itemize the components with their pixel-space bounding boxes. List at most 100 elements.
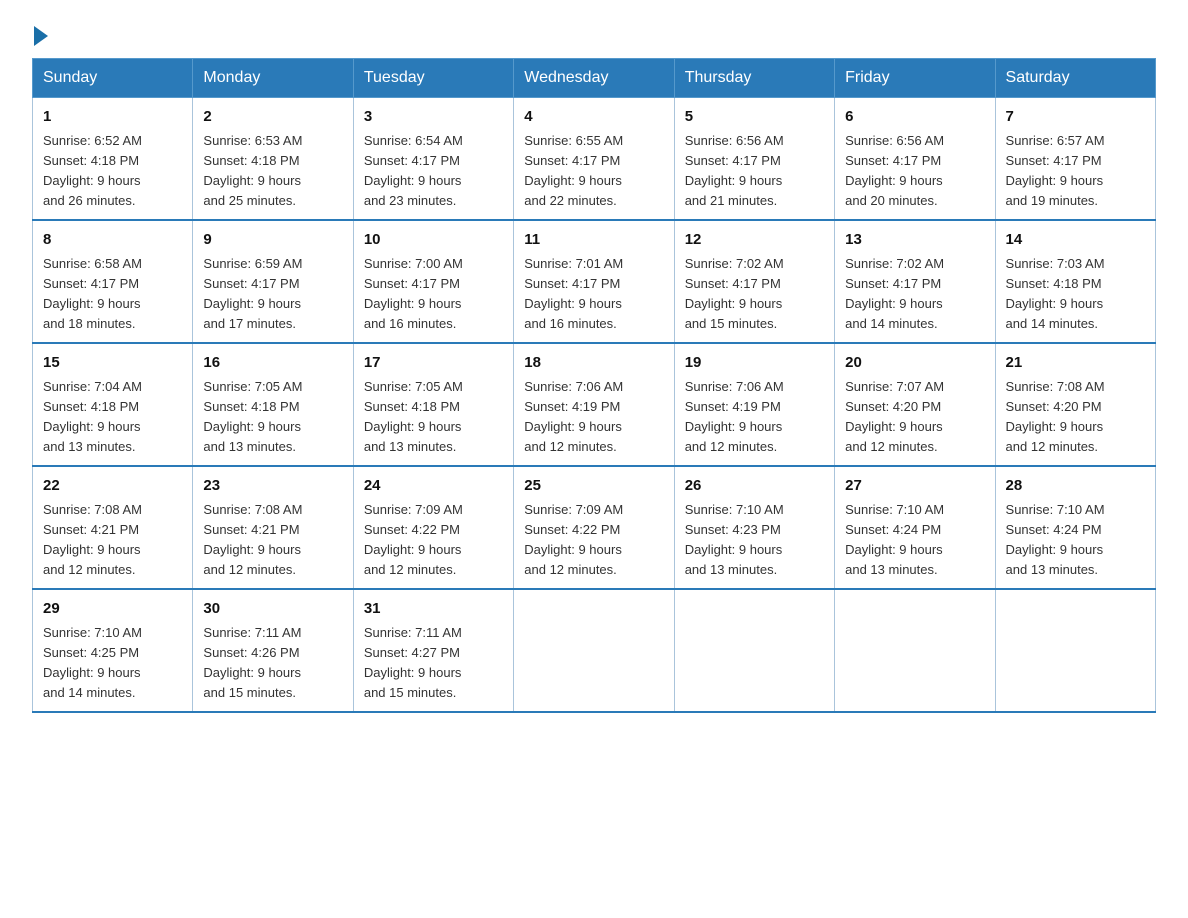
calendar-cell: 17 Sunrise: 7:05 AMSunset: 4:18 PMDaylig…: [353, 343, 513, 466]
calendar-cell: 4 Sunrise: 6:55 AMSunset: 4:17 PMDayligh…: [514, 98, 674, 221]
day-info: Sunrise: 7:04 AMSunset: 4:18 PMDaylight:…: [43, 379, 142, 454]
day-info: Sunrise: 6:57 AMSunset: 4:17 PMDaylight:…: [1006, 133, 1105, 208]
day-info: Sunrise: 6:55 AMSunset: 4:17 PMDaylight:…: [524, 133, 623, 208]
logo: [32, 24, 48, 46]
day-number: 21: [1006, 352, 1145, 375]
day-info: Sunrise: 7:02 AMSunset: 4:17 PMDaylight:…: [845, 256, 944, 331]
day-number: 22: [43, 475, 182, 498]
day-number: 29: [43, 598, 182, 621]
calendar-cell: 8 Sunrise: 6:58 AMSunset: 4:17 PMDayligh…: [33, 220, 193, 343]
day-info: Sunrise: 6:56 AMSunset: 4:17 PMDaylight:…: [845, 133, 944, 208]
day-info: Sunrise: 6:52 AMSunset: 4:18 PMDaylight:…: [43, 133, 142, 208]
calendar-cell: 26 Sunrise: 7:10 AMSunset: 4:23 PMDaylig…: [674, 466, 834, 589]
day-header-thursday: Thursday: [674, 59, 834, 98]
day-headers-row: SundayMondayTuesdayWednesdayThursdayFrid…: [33, 59, 1156, 98]
day-info: Sunrise: 7:00 AMSunset: 4:17 PMDaylight:…: [364, 256, 463, 331]
calendar-body: 1 Sunrise: 6:52 AMSunset: 4:18 PMDayligh…: [33, 98, 1156, 713]
day-number: 7: [1006, 106, 1145, 129]
day-number: 23: [203, 475, 342, 498]
calendar-cell: 20 Sunrise: 7:07 AMSunset: 4:20 PMDaylig…: [835, 343, 995, 466]
calendar-cell: 23 Sunrise: 7:08 AMSunset: 4:21 PMDaylig…: [193, 466, 353, 589]
day-info: Sunrise: 7:07 AMSunset: 4:20 PMDaylight:…: [845, 379, 944, 454]
calendar-cell: 15 Sunrise: 7:04 AMSunset: 4:18 PMDaylig…: [33, 343, 193, 466]
calendar-cell: 18 Sunrise: 7:06 AMSunset: 4:19 PMDaylig…: [514, 343, 674, 466]
day-info: Sunrise: 7:11 AMSunset: 4:27 PMDaylight:…: [364, 625, 462, 700]
day-number: 8: [43, 229, 182, 252]
day-info: Sunrise: 7:09 AMSunset: 4:22 PMDaylight:…: [524, 502, 623, 577]
calendar-cell: 31 Sunrise: 7:11 AMSunset: 4:27 PMDaylig…: [353, 589, 513, 712]
day-number: 16: [203, 352, 342, 375]
calendar-cell: 10 Sunrise: 7:00 AMSunset: 4:17 PMDaylig…: [353, 220, 513, 343]
day-info: Sunrise: 7:05 AMSunset: 4:18 PMDaylight:…: [203, 379, 302, 454]
day-info: Sunrise: 6:56 AMSunset: 4:17 PMDaylight:…: [685, 133, 784, 208]
day-header-saturday: Saturday: [995, 59, 1155, 98]
calendar-cell: 12 Sunrise: 7:02 AMSunset: 4:17 PMDaylig…: [674, 220, 834, 343]
day-header-wednesday: Wednesday: [514, 59, 674, 98]
week-row-3: 15 Sunrise: 7:04 AMSunset: 4:18 PMDaylig…: [33, 343, 1156, 466]
day-number: 12: [685, 229, 824, 252]
day-number: 4: [524, 106, 663, 129]
calendar-cell: 16 Sunrise: 7:05 AMSunset: 4:18 PMDaylig…: [193, 343, 353, 466]
calendar-cell: 7 Sunrise: 6:57 AMSunset: 4:17 PMDayligh…: [995, 98, 1155, 221]
calendar-cell: 30 Sunrise: 7:11 AMSunset: 4:26 PMDaylig…: [193, 589, 353, 712]
week-row-2: 8 Sunrise: 6:58 AMSunset: 4:17 PMDayligh…: [33, 220, 1156, 343]
day-info: Sunrise: 7:09 AMSunset: 4:22 PMDaylight:…: [364, 502, 463, 577]
day-number: 1: [43, 106, 182, 129]
day-number: 3: [364, 106, 503, 129]
day-info: Sunrise: 6:54 AMSunset: 4:17 PMDaylight:…: [364, 133, 463, 208]
day-number: 15: [43, 352, 182, 375]
day-info: Sunrise: 7:06 AMSunset: 4:19 PMDaylight:…: [685, 379, 784, 454]
day-info: Sunrise: 7:02 AMSunset: 4:17 PMDaylight:…: [685, 256, 784, 331]
day-number: 11: [524, 229, 663, 252]
day-number: 24: [364, 475, 503, 498]
day-info: Sunrise: 7:10 AMSunset: 4:25 PMDaylight:…: [43, 625, 142, 700]
calendar-cell: 25 Sunrise: 7:09 AMSunset: 4:22 PMDaylig…: [514, 466, 674, 589]
day-number: 30: [203, 598, 342, 621]
day-number: 20: [845, 352, 984, 375]
calendar-cell: 11 Sunrise: 7:01 AMSunset: 4:17 PMDaylig…: [514, 220, 674, 343]
week-row-5: 29 Sunrise: 7:10 AMSunset: 4:25 PMDaylig…: [33, 589, 1156, 712]
day-info: Sunrise: 7:10 AMSunset: 4:24 PMDaylight:…: [1006, 502, 1105, 577]
day-info: Sunrise: 7:11 AMSunset: 4:26 PMDaylight:…: [203, 625, 301, 700]
calendar-cell: 14 Sunrise: 7:03 AMSunset: 4:18 PMDaylig…: [995, 220, 1155, 343]
day-number: 5: [685, 106, 824, 129]
day-info: Sunrise: 6:53 AMSunset: 4:18 PMDaylight:…: [203, 133, 302, 208]
calendar-cell: 1 Sunrise: 6:52 AMSunset: 4:18 PMDayligh…: [33, 98, 193, 221]
day-info: Sunrise: 7:05 AMSunset: 4:18 PMDaylight:…: [364, 379, 463, 454]
logo-arrow-icon: [34, 26, 48, 46]
day-number: 2: [203, 106, 342, 129]
calendar-cell: 13 Sunrise: 7:02 AMSunset: 4:17 PMDaylig…: [835, 220, 995, 343]
calendar-cell: 3 Sunrise: 6:54 AMSunset: 4:17 PMDayligh…: [353, 98, 513, 221]
day-info: Sunrise: 7:10 AMSunset: 4:23 PMDaylight:…: [685, 502, 784, 577]
day-number: 28: [1006, 475, 1145, 498]
day-info: Sunrise: 6:58 AMSunset: 4:17 PMDaylight:…: [43, 256, 142, 331]
day-info: Sunrise: 7:08 AMSunset: 4:21 PMDaylight:…: [43, 502, 142, 577]
day-info: Sunrise: 7:08 AMSunset: 4:20 PMDaylight:…: [1006, 379, 1105, 454]
day-header-friday: Friday: [835, 59, 995, 98]
day-number: 6: [845, 106, 984, 129]
day-info: Sunrise: 7:06 AMSunset: 4:19 PMDaylight:…: [524, 379, 623, 454]
calendar-cell: [674, 589, 834, 712]
week-row-4: 22 Sunrise: 7:08 AMSunset: 4:21 PMDaylig…: [33, 466, 1156, 589]
day-number: 27: [845, 475, 984, 498]
day-number: 18: [524, 352, 663, 375]
calendar-cell: 2 Sunrise: 6:53 AMSunset: 4:18 PMDayligh…: [193, 98, 353, 221]
calendar-cell: 19 Sunrise: 7:06 AMSunset: 4:19 PMDaylig…: [674, 343, 834, 466]
day-header-tuesday: Tuesday: [353, 59, 513, 98]
calendar-cell: [995, 589, 1155, 712]
calendar-cell: 22 Sunrise: 7:08 AMSunset: 4:21 PMDaylig…: [33, 466, 193, 589]
day-number: 25: [524, 475, 663, 498]
calendar-cell: 6 Sunrise: 6:56 AMSunset: 4:17 PMDayligh…: [835, 98, 995, 221]
calendar-table: SundayMondayTuesdayWednesdayThursdayFrid…: [32, 58, 1156, 713]
calendar-cell: 29 Sunrise: 7:10 AMSunset: 4:25 PMDaylig…: [33, 589, 193, 712]
day-info: Sunrise: 7:10 AMSunset: 4:24 PMDaylight:…: [845, 502, 944, 577]
week-row-1: 1 Sunrise: 6:52 AMSunset: 4:18 PMDayligh…: [33, 98, 1156, 221]
calendar-cell: [835, 589, 995, 712]
day-info: Sunrise: 6:59 AMSunset: 4:17 PMDaylight:…: [203, 256, 302, 331]
calendar-cell: 5 Sunrise: 6:56 AMSunset: 4:17 PMDayligh…: [674, 98, 834, 221]
calendar-cell: 21 Sunrise: 7:08 AMSunset: 4:20 PMDaylig…: [995, 343, 1155, 466]
calendar-cell: 28 Sunrise: 7:10 AMSunset: 4:24 PMDaylig…: [995, 466, 1155, 589]
day-info: Sunrise: 7:08 AMSunset: 4:21 PMDaylight:…: [203, 502, 302, 577]
day-number: 17: [364, 352, 503, 375]
day-number: 10: [364, 229, 503, 252]
